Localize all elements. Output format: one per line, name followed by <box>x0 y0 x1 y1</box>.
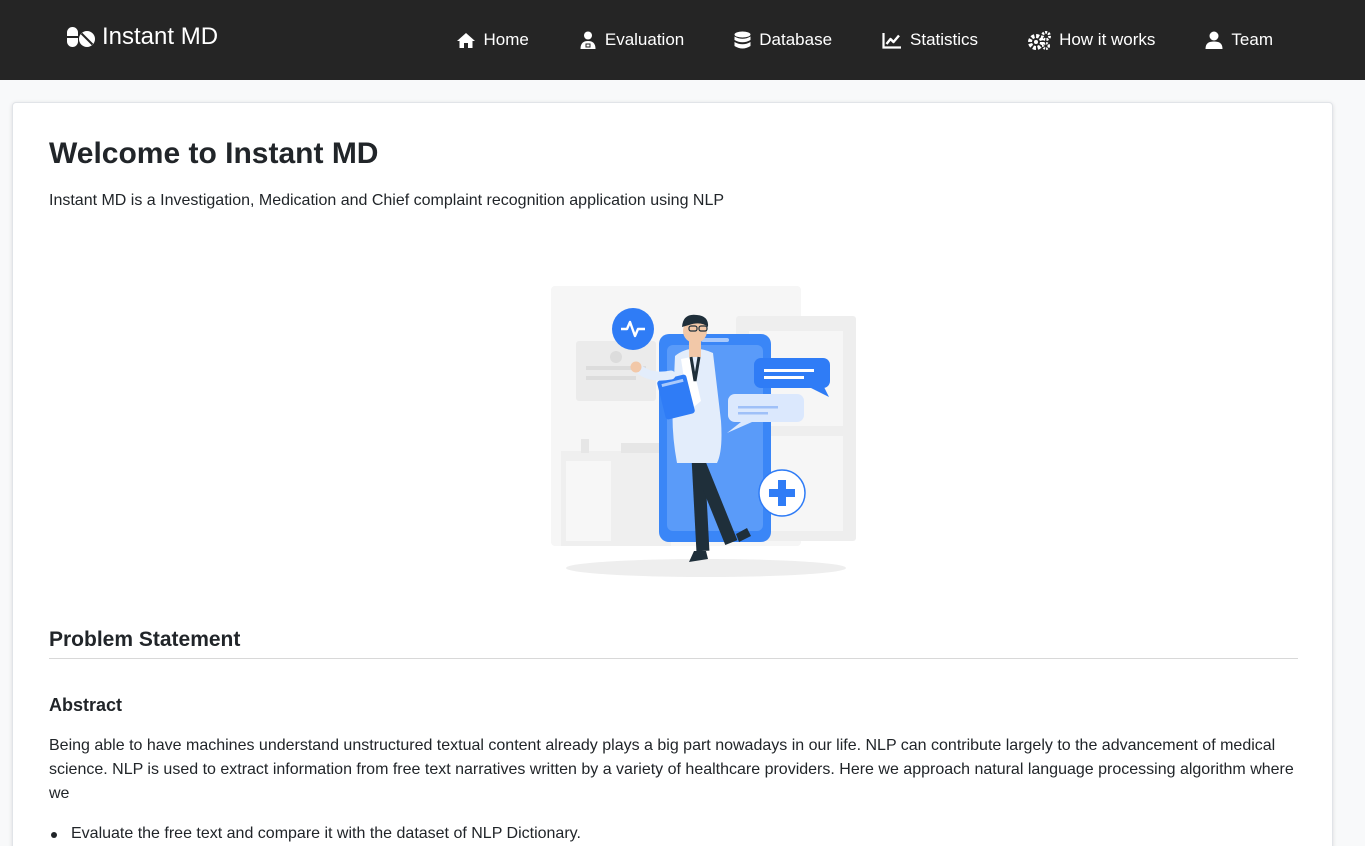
cogs-icon <box>1028 30 1052 50</box>
nav-item-label: Database <box>759 30 833 49</box>
nav-item-evaluation[interactable]: Evaluation <box>579 30 684 50</box>
nav-item-how-it-works[interactable]: How it works <box>1028 30 1155 50</box>
abstract-paragraph: Being able to have machines understand u… <box>49 737 1294 802</box>
chart-line-icon <box>882 32 902 49</box>
nav-item-label: Evaluation <box>604 30 685 49</box>
nav-item-label: Statistics <box>910 30 979 49</box>
problem-statement-heading: Problem Statement <box>49 628 241 651</box>
list-item: Evaluate the free text and compare it wi… <box>49 822 581 846</box>
nav-item-home[interactable]: Home <box>456 30 529 50</box>
main-card: Welcome to Instant MD Instant MD is a In… <box>12 102 1333 846</box>
abstract-bullet-list: Evaluate the free text and compare it wi… <box>49 822 581 846</box>
database-icon <box>734 31 751 50</box>
section-divider <box>49 658 1298 659</box>
abstract-heading: Abstract <box>49 695 123 715</box>
brand-name: Instant MD <box>102 23 219 50</box>
page-title: Welcome to Instant MD <box>49 137 379 170</box>
user-doctor-icon <box>579 31 597 49</box>
doctor-illustration <box>511 281 871 581</box>
nav-item-label: Team <box>1231 30 1273 49</box>
nav-item-label: How it works <box>1059 30 1156 49</box>
nav-item-database[interactable]: Database <box>734 30 832 50</box>
nav-menu: Home Evaluation Database Statistics How … <box>456 0 1273 80</box>
top-navbar: Instant MD Home Evaluation Database Stat… <box>0 0 1365 80</box>
nav-item-label: Home <box>483 30 529 49</box>
nav-item-statistics[interactable]: Statistics <box>882 30 978 50</box>
nav-item-team[interactable]: Team <box>1205 30 1273 50</box>
user-icon <box>1205 31 1223 49</box>
home-icon <box>456 32 476 49</box>
pills-icon <box>66 25 96 49</box>
brand-link[interactable]: Instant MD <box>66 22 218 52</box>
page-subtitle: Instant MD is a Investigation, Medicatio… <box>49 192 725 209</box>
